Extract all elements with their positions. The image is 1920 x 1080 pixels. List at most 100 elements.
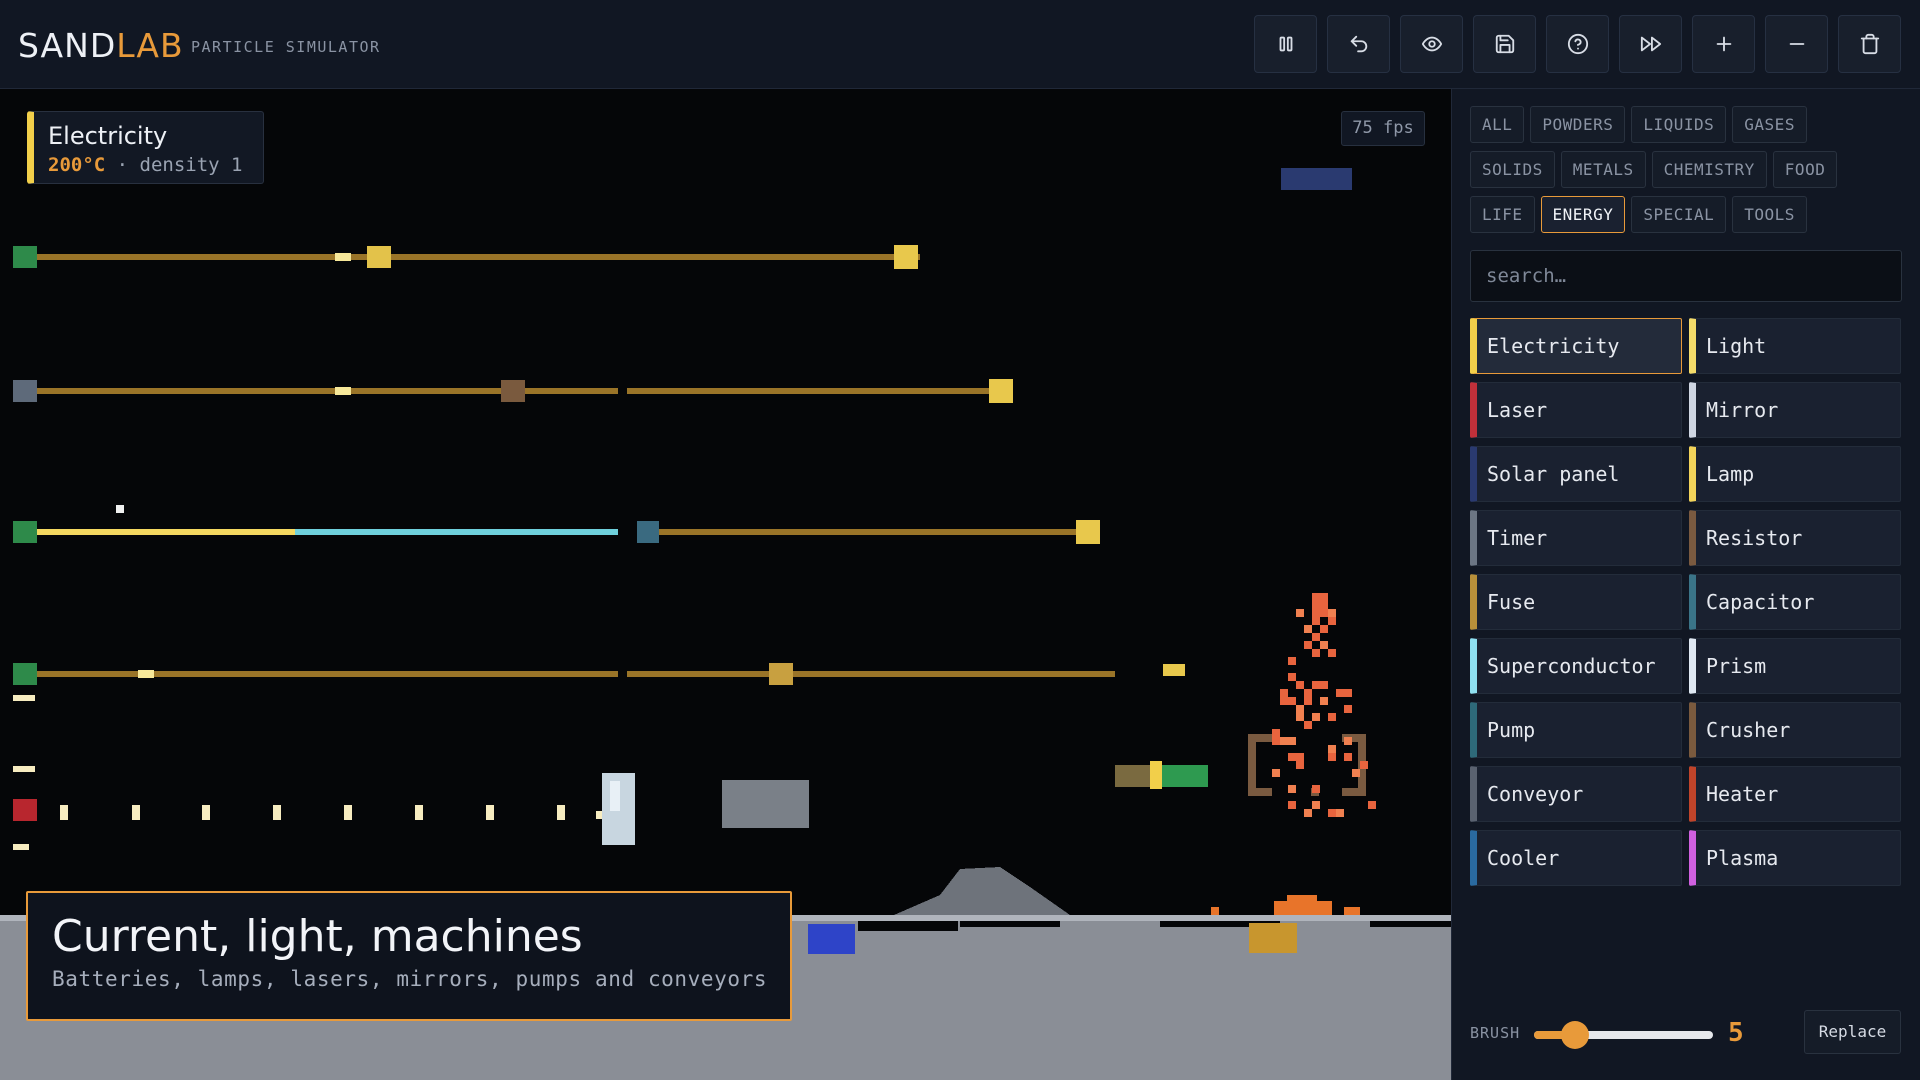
element-sidebar: ALL POWDERS LIQUIDS GASES SOLIDS METALS … bbox=[1451, 89, 1920, 1080]
ember-particle bbox=[1272, 729, 1280, 737]
category-tab[interactable]: SOLIDS bbox=[1470, 151, 1555, 188]
element-button[interactable]: Heater bbox=[1689, 766, 1901, 822]
info-element-name: Electricity bbox=[48, 122, 168, 150]
ember-particle bbox=[1320, 601, 1328, 609]
brush-slider-handle[interactable] bbox=[1561, 1021, 1590, 1049]
pause-button[interactable] bbox=[1254, 15, 1317, 73]
ember-particle bbox=[1304, 697, 1312, 705]
help-button[interactable] bbox=[1546, 15, 1609, 73]
element-button[interactable]: Capacitor bbox=[1689, 574, 1901, 630]
fast-forward-icon bbox=[1640, 36, 1661, 52]
wire bbox=[627, 388, 1012, 394]
fps-counter: 75 fps bbox=[1341, 111, 1425, 146]
ember-particle bbox=[1328, 753, 1336, 761]
element-button[interactable]: Superconductor bbox=[1470, 638, 1682, 694]
ember-particle bbox=[1328, 713, 1336, 721]
ground-shadow bbox=[1370, 921, 1451, 927]
ember-particle bbox=[1296, 761, 1304, 769]
category-tab[interactable]: ALL bbox=[1470, 106, 1525, 143]
logo-accent: LAB bbox=[116, 26, 184, 65]
caption-title: Current, light, machines bbox=[52, 911, 583, 962]
battery-node bbox=[13, 521, 37, 543]
element-button[interactable]: Light bbox=[1689, 318, 1901, 374]
plus-icon bbox=[1716, 36, 1731, 52]
category-tab[interactable]: FOOD bbox=[1772, 151, 1838, 188]
element-button[interactable]: Electricity bbox=[1470, 318, 1682, 374]
element-button[interactable]: Lamp bbox=[1689, 446, 1901, 502]
element-button[interactable]: Plasma bbox=[1689, 830, 1901, 886]
ember-particle bbox=[1296, 609, 1304, 617]
ember-particle bbox=[1320, 641, 1328, 649]
ember-particle bbox=[1328, 745, 1336, 753]
element-button[interactable]: Conveyor bbox=[1470, 766, 1682, 822]
category-tab[interactable]: POWDERS bbox=[1530, 106, 1626, 143]
category-tab[interactable]: LIFE bbox=[1470, 196, 1535, 233]
save-icon bbox=[1495, 34, 1514, 54]
logo-main: SAND bbox=[18, 26, 117, 65]
laser-pulse bbox=[273, 805, 281, 820]
element-button[interactable]: Fuse bbox=[1470, 574, 1682, 630]
toolbar bbox=[1254, 15, 1901, 73]
category-tabs: ALL POWDERS LIQUIDS GASES SOLIDS METALS … bbox=[1470, 106, 1910, 241]
ember-particle bbox=[1304, 641, 1312, 649]
ground-shadow bbox=[858, 921, 958, 931]
spark bbox=[335, 387, 351, 395]
stone-block bbox=[722, 780, 809, 828]
fire-spark bbox=[1211, 907, 1219, 915]
clear-button[interactable] bbox=[1838, 15, 1901, 73]
element-grid: Electricity Light Laser Mirror Solar panel La… bbox=[1470, 318, 1902, 886]
battery-piece bbox=[1162, 765, 1208, 787]
lamp-node bbox=[367, 246, 391, 268]
category-tab[interactable]: GASES bbox=[1732, 106, 1807, 143]
element-button[interactable]: Solar panel bbox=[1470, 446, 1682, 502]
ember-particle bbox=[1312, 649, 1320, 657]
undo-button[interactable] bbox=[1327, 15, 1390, 73]
ember-particle bbox=[1312, 801, 1320, 809]
crusher bbox=[1248, 734, 1256, 796]
category-tab[interactable]: TOOLS bbox=[1732, 196, 1807, 233]
solar-panel bbox=[1281, 168, 1352, 190]
category-tab[interactable]: CHEMISTRY bbox=[1651, 151, 1767, 188]
fast-forward-button[interactable] bbox=[1619, 15, 1682, 73]
zoom-out-button[interactable] bbox=[1765, 15, 1828, 73]
element-button[interactable]: Resistor bbox=[1689, 510, 1901, 566]
brush-size-slider[interactable] bbox=[1534, 1021, 1713, 1049]
ember-particle bbox=[1320, 625, 1328, 633]
fire-spark bbox=[1344, 907, 1360, 915]
element-button[interactable]: Timer bbox=[1470, 510, 1682, 566]
element-button[interactable]: Pump bbox=[1470, 702, 1682, 758]
element-button[interactable]: Prism bbox=[1689, 638, 1901, 694]
view-button[interactable] bbox=[1400, 15, 1463, 73]
app-header: SANDLAB PARTICLE SIMULATOR bbox=[0, 0, 1920, 89]
element-button[interactable]: Mirror bbox=[1689, 382, 1901, 438]
category-row: LIFE ENERGY SPECIAL TOOLS bbox=[1470, 196, 1910, 233]
category-tab[interactable]: METALS bbox=[1560, 151, 1646, 188]
element-button[interactable]: Crusher bbox=[1689, 702, 1901, 758]
ember-particle bbox=[1296, 705, 1304, 713]
ember-particle bbox=[1360, 761, 1368, 769]
ember-particle bbox=[1288, 801, 1296, 809]
zoom-in-button[interactable] bbox=[1692, 15, 1755, 73]
fire-on-ground bbox=[1274, 901, 1332, 915]
category-tab[interactable]: ENERGY bbox=[1540, 196, 1626, 233]
ember-particle bbox=[1296, 681, 1304, 689]
crusher bbox=[1342, 788, 1358, 796]
battery-node bbox=[13, 663, 37, 685]
simulation-canvas[interactable]: Electricity 200°C · density 1 75 fps Cur… bbox=[0, 89, 1451, 1080]
ember-particle bbox=[1312, 713, 1320, 721]
ember-particle bbox=[1328, 617, 1336, 625]
replace-button[interactable]: Replace bbox=[1804, 1010, 1901, 1054]
element-search-input[interactable] bbox=[1470, 250, 1902, 302]
laser-pulse bbox=[202, 805, 210, 820]
element-button[interactable]: Cooler bbox=[1470, 830, 1682, 886]
ember-particle bbox=[1352, 769, 1360, 777]
element-button[interactable]: Laser bbox=[1470, 382, 1682, 438]
ember-particle bbox=[1320, 593, 1328, 601]
battery-piece bbox=[1115, 765, 1155, 787]
brush-size-value: 5 bbox=[1728, 1018, 1744, 1048]
save-button[interactable] bbox=[1473, 15, 1536, 73]
category-tab[interactable]: SPECIAL bbox=[1631, 196, 1727, 233]
wire bbox=[37, 671, 618, 677]
ember-particle bbox=[1304, 721, 1312, 729]
category-tab[interactable]: LIQUIDS bbox=[1631, 106, 1727, 143]
